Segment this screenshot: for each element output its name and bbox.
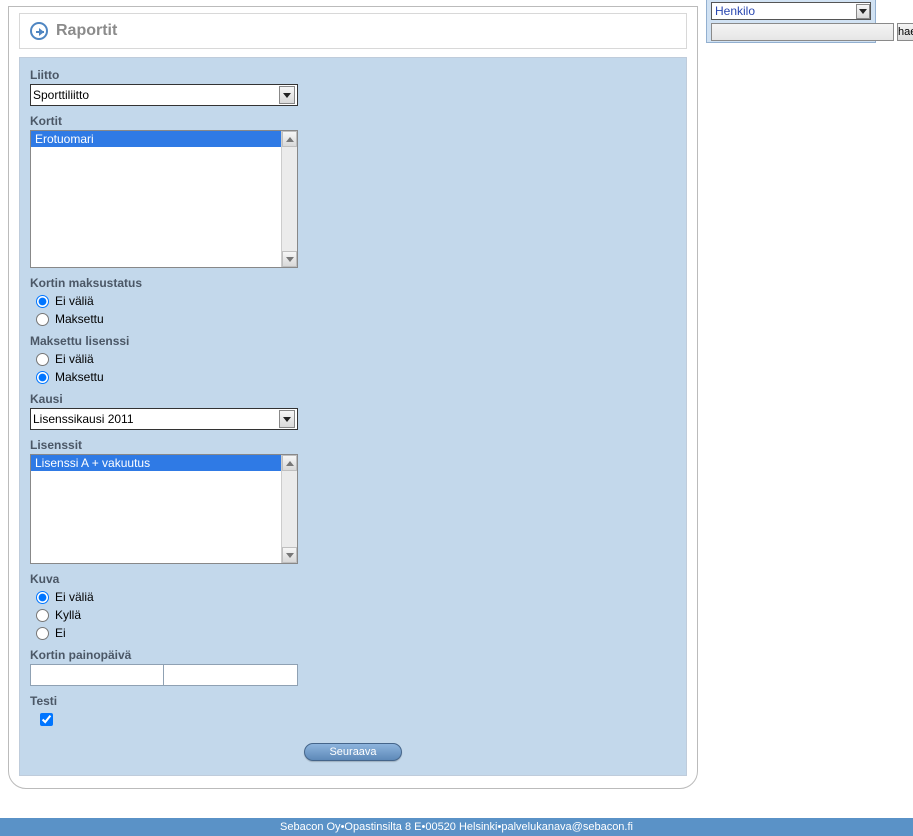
liitto-label: Liitto bbox=[30, 68, 676, 82]
maksettu-lisenssi-radio-maksettu[interactable] bbox=[36, 371, 49, 384]
radio-label: Ei väliä bbox=[55, 590, 94, 604]
kortin-maksustatus-label: Kortin maksustatus bbox=[30, 276, 676, 290]
radio-label: Ei bbox=[55, 626, 66, 640]
maksettu-lisenssi-radio-eivalia[interactable] bbox=[36, 353, 49, 366]
lisenssit-item[interactable]: Lisenssi A + vakuutus bbox=[31, 455, 281, 471]
chevron-down-icon bbox=[279, 86, 295, 104]
main-panel: Raportit Liitto Sporttiliitto Kortit Ero… bbox=[8, 6, 698, 789]
page-title: Raportit bbox=[56, 22, 117, 40]
search-button[interactable]: hae bbox=[897, 23, 913, 41]
chevron-down-icon bbox=[856, 4, 870, 19]
kortin-painopaiva-to-input[interactable] bbox=[164, 664, 298, 686]
scroll-down-icon[interactable] bbox=[282, 251, 297, 267]
scroll-down-icon[interactable] bbox=[282, 547, 297, 563]
search-panel: Henkilo hae bbox=[706, 0, 876, 43]
scroll-up-icon[interactable] bbox=[282, 455, 297, 471]
arrow-circle-right-icon bbox=[30, 22, 48, 40]
search-type-select[interactable]: Henkilo bbox=[711, 2, 871, 20]
kausi-select-value: Lisenssikausi 2011 bbox=[33, 412, 134, 426]
scrollbar[interactable] bbox=[281, 455, 297, 563]
maksettu-lisenssi-label: Maksettu lisenssi bbox=[30, 334, 676, 348]
chevron-down-icon bbox=[279, 410, 295, 428]
radio-label: Kyllä bbox=[55, 608, 81, 622]
radio-label: Ei väliä bbox=[55, 352, 94, 366]
footer: Sebacon Oy • Opastinsilta 8 E • 00520 He… bbox=[0, 818, 913, 836]
footer-email[interactable]: palvelukanava@sebacon.fi bbox=[501, 821, 633, 833]
testi-label: Testi bbox=[30, 694, 676, 708]
search-type-value: Henkilo bbox=[715, 4, 755, 18]
kortin-maksustatus-radio-maksettu[interactable] bbox=[36, 313, 49, 326]
scrollbar[interactable] bbox=[281, 131, 297, 267]
kuva-radio-ei[interactable] bbox=[36, 627, 49, 640]
radio-label: Maksettu bbox=[55, 312, 104, 326]
kuva-radio-eivalia[interactable] bbox=[36, 591, 49, 604]
kausi-select[interactable]: Lisenssikausi 2011 bbox=[30, 408, 298, 430]
footer-address1: Opastinsilta 8 E bbox=[344, 821, 421, 833]
kortin-painopaiva-label: Kortin painopäivä bbox=[30, 648, 676, 662]
kortin-painopaiva-from-input[interactable] bbox=[30, 664, 164, 686]
seuraava-button[interactable]: Seuraava bbox=[304, 743, 402, 761]
search-input[interactable] bbox=[711, 23, 894, 41]
footer-company: Sebacon Oy bbox=[280, 821, 341, 833]
kuva-radio-kylla[interactable] bbox=[36, 609, 49, 622]
testi-checkbox[interactable] bbox=[40, 713, 53, 726]
panel-header: Raportit bbox=[19, 13, 687, 49]
kuva-label: Kuva bbox=[30, 572, 676, 586]
kortin-maksustatus-radio-eivalia[interactable] bbox=[36, 295, 49, 308]
report-form: Liitto Sporttiliitto Kortit Erotuomari bbox=[19, 57, 687, 776]
radio-label: Ei väliä bbox=[55, 294, 94, 308]
liitto-select-value: Sporttiliitto bbox=[33, 88, 89, 102]
footer-address2: 00520 Helsinki bbox=[425, 821, 497, 833]
kortit-label: Kortit bbox=[30, 114, 676, 128]
scroll-up-icon[interactable] bbox=[282, 131, 297, 147]
lisenssit-listbox[interactable]: Lisenssi A + vakuutus bbox=[30, 454, 298, 564]
liitto-select[interactable]: Sporttiliitto bbox=[30, 84, 298, 106]
kortit-listbox[interactable]: Erotuomari bbox=[30, 130, 298, 268]
kausi-label: Kausi bbox=[30, 392, 676, 406]
kortit-item[interactable]: Erotuomari bbox=[31, 131, 281, 147]
lisenssit-label: Lisenssit bbox=[30, 438, 676, 452]
radio-label: Maksettu bbox=[55, 370, 104, 384]
